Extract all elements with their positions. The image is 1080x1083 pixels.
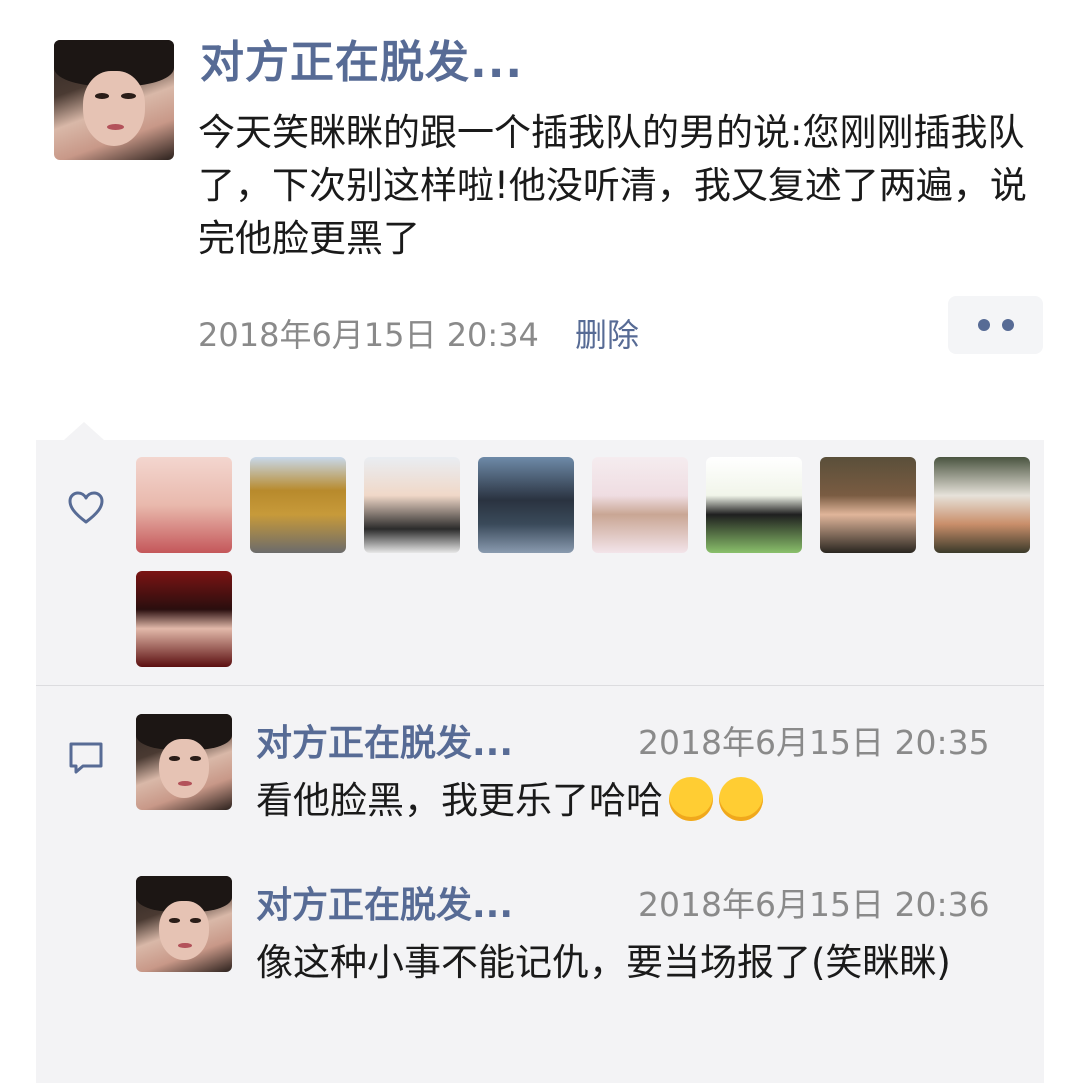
liker-avatar[interactable]	[136, 571, 232, 667]
post-author-name[interactable]: 对方正在脱发...	[200, 26, 523, 90]
liker-avatar[interactable]	[706, 457, 802, 553]
comment-text: 看他脸黑，我更乐了哈哈	[256, 779, 663, 822]
thinking-emoji-icon	[719, 777, 763, 821]
comment-timestamp: 2018年6月15日 20:36	[638, 885, 990, 924]
commenter-avatar[interactable]	[136, 714, 232, 810]
more-actions-button[interactable]	[948, 296, 1043, 354]
grinning-emoji-icon	[669, 777, 713, 821]
liker-avatar[interactable]	[136, 457, 232, 553]
dot-icon	[977, 319, 990, 331]
comment-icon	[69, 742, 103, 774]
liker-avatar[interactable]	[820, 457, 916, 553]
comment-author[interactable]: 对方正在脱发...	[256, 876, 513, 928]
liker-avatar[interactable]	[478, 457, 574, 553]
delete-link[interactable]: 删除	[575, 310, 639, 356]
comment-timestamp: 2018年6月15日 20:35	[638, 723, 990, 762]
comment-author[interactable]: 对方正在脱发...	[256, 714, 513, 766]
post-timestamp: 2018年6月15日 20:34	[198, 316, 539, 354]
liker-avatar[interactable]	[934, 457, 1030, 553]
comment-content: 像这种小事不能记仇，要当场报了(笑眯眯)	[256, 941, 951, 984]
heart-icon	[68, 491, 104, 524]
post-content: 今天笑眯眯的跟一个插我队的男的说:您刚刚插我队了，下次别这样啦!他没听清，我又复…	[198, 111, 1027, 260]
dot-icon	[1001, 319, 1014, 331]
liker-avatar[interactable]	[364, 457, 460, 553]
comment-content: 看他脸黑，我更乐了哈哈	[256, 774, 1016, 828]
liker-avatar[interactable]	[250, 457, 346, 553]
divider	[36, 685, 1044, 686]
post-author-avatar[interactable]	[54, 40, 174, 160]
liker-avatar[interactable]	[592, 457, 688, 553]
panel-pointer	[64, 422, 104, 440]
commenter-avatar[interactable]	[136, 876, 232, 972]
